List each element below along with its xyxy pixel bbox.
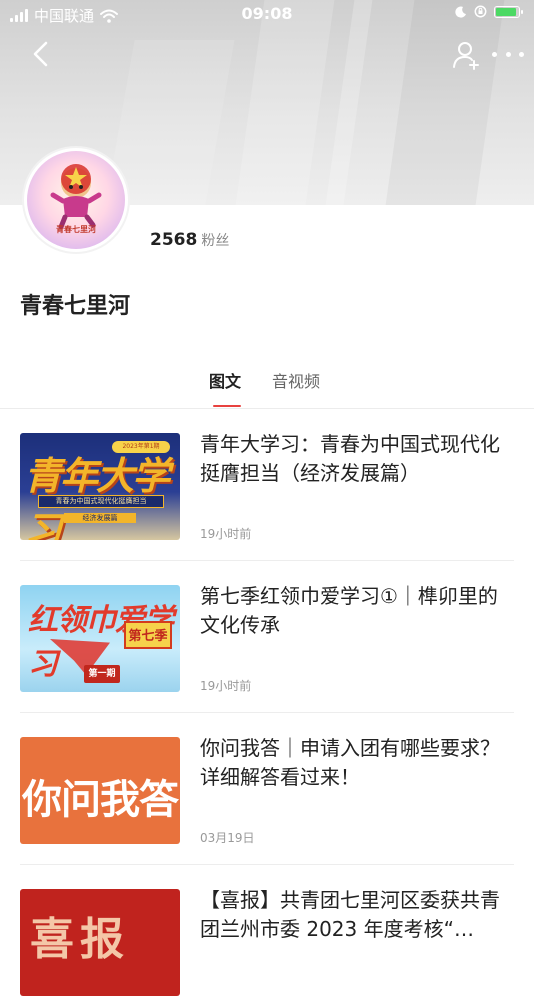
clock: 09:08 bbox=[241, 4, 293, 23]
article-title: 青年大学习：青春为中国式现代化挺膺担当（经济发展篇） bbox=[200, 432, 500, 485]
article-thumbnail: 红领巾爱学习 第七季 第一期 bbox=[20, 585, 180, 692]
article-thumbnail: 你问我答 bbox=[20, 737, 180, 844]
more-icon[interactable] bbox=[492, 42, 524, 66]
article-time: 19小时前 bbox=[200, 527, 252, 541]
avatar[interactable]: 青春七里河 bbox=[24, 148, 128, 252]
article-item[interactable]: 喜报 【喜报】共青团七里河区委获共青团兰州市委 2023 年度考核“… bbox=[20, 888, 514, 999]
article-title: 你问我答｜申请入团有哪些要求？详细解答看过来！ bbox=[200, 736, 500, 789]
tabs-divider bbox=[0, 408, 534, 409]
article-thumbnail: 2023年第1期 青年大学习 青春为中国式现代化挺膺担当 经济发展篇 bbox=[20, 433, 180, 540]
divider bbox=[20, 712, 514, 713]
thumbnail-text: 喜报 bbox=[30, 914, 130, 965]
thumbnail-text: 经济发展篇 bbox=[64, 513, 136, 523]
tab-audio-video[interactable]: 音视频 bbox=[272, 368, 320, 392]
article-time: 03月19日 bbox=[200, 831, 255, 845]
battery-level bbox=[496, 7, 517, 16]
avatar-caption: 青春七里河 bbox=[56, 225, 96, 234]
back-icon[interactable] bbox=[26, 38, 56, 70]
article-title: 【喜报】共青团七里河区委获共青团兰州市委 2023 年度考核“… bbox=[200, 888, 500, 941]
thumbnail-text: 青年大学习 bbox=[24, 454, 170, 540]
article-thumbnail: 喜报 bbox=[20, 889, 180, 996]
content-tabs: 图文 音视频 bbox=[0, 368, 534, 408]
status-bar: 中国联通 09:08 bbox=[0, 0, 534, 28]
article-item[interactable]: 你问我答 你问我答｜申请入团有哪些要求？详细解答看过来！ 03月19日 bbox=[20, 736, 514, 847]
add-friend-icon[interactable] bbox=[452, 40, 482, 70]
account-name: 青春七里河 bbox=[20, 294, 131, 319]
thumbnail-text: 青春为中国式现代化挺膺担当 bbox=[38, 495, 164, 508]
rotation-lock-icon bbox=[474, 5, 487, 18]
article-title: 第七季红领巾爱学习①｜榫卯里的文化传承 bbox=[200, 584, 498, 637]
thumbnail-text: 第一期 bbox=[84, 665, 120, 683]
fans-count: 2568 bbox=[150, 230, 198, 250]
divider bbox=[20, 864, 514, 865]
article-time: 19小时前 bbox=[200, 679, 252, 693]
fans-label: 粉丝 bbox=[201, 233, 230, 249]
tab-articles[interactable]: 图文 bbox=[209, 368, 241, 392]
active-tab-indicator bbox=[213, 405, 241, 407]
divider bbox=[20, 560, 514, 561]
article-item[interactable]: 红领巾爱学习 第七季 第一期 第七季红领巾爱学习①｜榫卯里的文化传承 19小时前 bbox=[20, 584, 514, 695]
moon-icon bbox=[455, 6, 466, 18]
article-item[interactable]: 2023年第1期 青年大学习 青春为中国式现代化挺膺担当 经济发展篇 青年大学习… bbox=[20, 432, 514, 543]
battery-icon bbox=[494, 5, 523, 18]
fans-stat[interactable]: 2568 粉丝 bbox=[150, 230, 229, 250]
thumbnail-text: 第七季 bbox=[124, 621, 172, 649]
thumbnail-text: 你问我答 bbox=[22, 777, 179, 823]
